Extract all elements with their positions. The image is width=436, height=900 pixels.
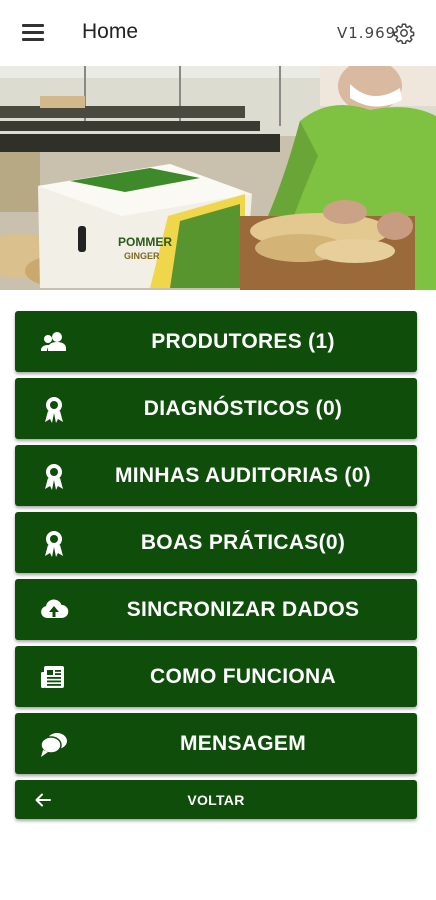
auditorias-label: MINHAS AUDITORIAS (0) (115, 463, 371, 487)
mensagem-label: MENSAGEM (179, 731, 307, 755)
box-brand-sub-text: GINGER (124, 251, 160, 261)
sincronizar-button[interactable]: SINCRONIZAR DADOS (15, 579, 417, 640)
version-label: V1.969 (337, 24, 397, 42)
award-icon (45, 464, 63, 490)
page-title: Home (82, 20, 139, 43)
cloud-upload-icon (41, 599, 69, 618)
sincronizar-label: SINCRONIZAR DADOS (126, 597, 360, 621)
boas-praticas-button[interactable]: BOAS PRÁTICAS(0) (15, 512, 417, 573)
menu-icon[interactable] (22, 24, 44, 42)
produtores-label: PRODUTORES (1) (151, 329, 335, 353)
auditorias-button[interactable]: MINHAS AUDITORIAS (0) (15, 445, 417, 506)
gear-icon[interactable] (393, 22, 415, 44)
award-icon (45, 531, 63, 557)
hero-photo: POMMER GINGER (0, 66, 436, 290)
boas-praticas-label: BOAS PRÁTICAS(0) (140, 530, 346, 554)
mensagem-button[interactable]: MENSAGEM (15, 713, 417, 774)
voltar-button[interactable]: VOLTAR (15, 780, 417, 819)
como-funciona-label: COMO FUNCIONA (150, 664, 336, 688)
app-bar: Home V1.969 (0, 0, 436, 66)
voltar-label: VOLTAR (187, 791, 245, 808)
people-icon (41, 332, 66, 351)
produtores-button[interactable]: PRODUTORES (1) (15, 311, 417, 372)
diagnosticos-button[interactable]: DIAGNÓSTICOS (0) (15, 378, 417, 439)
chat-bubbles-icon (40, 733, 67, 757)
newspaper-icon (41, 666, 64, 688)
box-brand-text: POMMER (118, 235, 172, 249)
como-funciona-button[interactable]: COMO FUNCIONA (15, 646, 417, 707)
award-icon (45, 397, 63, 423)
diagnosticos-label: DIAGNÓSTICOS (0) (143, 396, 343, 420)
